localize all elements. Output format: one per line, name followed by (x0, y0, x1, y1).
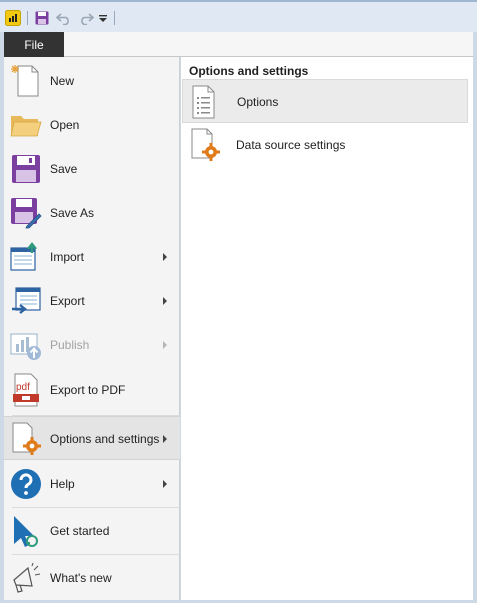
menu-item-label: Export to PDF (50, 383, 126, 397)
menu-item-label: Save (50, 162, 78, 176)
save-icon (9, 152, 43, 186)
menu-item-new[interactable]: New (4, 59, 180, 103)
save-as-icon (9, 196, 43, 230)
customize-dropdown-icon[interactable] (97, 9, 109, 27)
menu-item-label: New (50, 74, 75, 88)
options-document-icon (191, 85, 221, 119)
menu-item-help[interactable]: Help (4, 462, 180, 506)
menu-item-export[interactable]: Export (4, 279, 180, 323)
menu-item-label: Export (50, 294, 85, 308)
menu-divider (12, 507, 180, 508)
export-icon (9, 284, 43, 318)
options-and-settings-panel: Options and settings Options Data source… (181, 57, 473, 600)
menu-item-options-and-settings[interactable]: Options and settings (4, 416, 180, 460)
options-gear-icon (9, 422, 43, 456)
megaphone-icon (9, 561, 43, 595)
ribbon-tab-strip: File (4, 32, 473, 57)
quick-access-toolbar (0, 0, 477, 32)
menu-item-label: What's new (50, 571, 112, 585)
toolbar-divider (114, 11, 115, 25)
options-item[interactable]: Options (182, 79, 468, 123)
menu-item-label: Help (50, 477, 75, 491)
menu-item-save[interactable]: Save (4, 147, 180, 191)
help-icon (9, 467, 43, 501)
publish-icon (9, 328, 43, 362)
folder-icon (9, 108, 43, 142)
data-source-settings-item[interactable]: Data source settings (182, 123, 468, 167)
toolbar-divider (27, 11, 28, 25)
menu-item-export-to-pdf[interactable]: pdf Export to PDF (4, 367, 180, 413)
options-item-label: Options (237, 95, 279, 109)
data-source-settings-label: Data source settings (236, 138, 346, 152)
menu-item-label: Options and settings (50, 432, 160, 446)
pdf-icon: pdf (9, 373, 43, 407)
import-icon (9, 240, 43, 274)
new-document-icon (9, 64, 43, 98)
save-icon[interactable] (33, 9, 51, 27)
menu-item-whats-new[interactable]: What's new (4, 556, 180, 600)
panel-title: Options and settings (189, 64, 309, 78)
file-tab[interactable]: File (4, 32, 64, 57)
svg-text:pdf: pdf (16, 382, 30, 393)
menu-item-open[interactable]: Open (4, 103, 180, 147)
file-menu: New Open Save Save As Import Export Publ… (4, 57, 180, 600)
menu-item-save-as[interactable]: Save As (4, 191, 180, 235)
menu-item-label: Get started (50, 524, 110, 538)
menu-item-get-started[interactable]: Get started (4, 509, 180, 553)
menu-divider (12, 554, 180, 555)
submenu-arrow-icon (163, 341, 167, 349)
data-source-gear-icon (190, 128, 220, 162)
submenu-arrow-icon (163, 297, 167, 305)
menu-item-label: Import (50, 250, 85, 264)
redo-icon[interactable] (77, 9, 95, 27)
menu-item-publish[interactable]: Publish (4, 323, 180, 367)
submenu-arrow-icon (163, 480, 167, 488)
undo-icon[interactable] (55, 9, 73, 27)
submenu-arrow-icon (163, 253, 167, 261)
menu-item-label: Save As (50, 206, 95, 220)
submenu-arrow-icon (163, 435, 167, 443)
power-bi-logo-icon (4, 9, 22, 27)
get-started-icon (9, 514, 43, 548)
menu-item-import[interactable]: Import (4, 235, 180, 279)
menu-item-label: Publish (50, 338, 90, 352)
menu-item-label: Open (50, 118, 80, 132)
